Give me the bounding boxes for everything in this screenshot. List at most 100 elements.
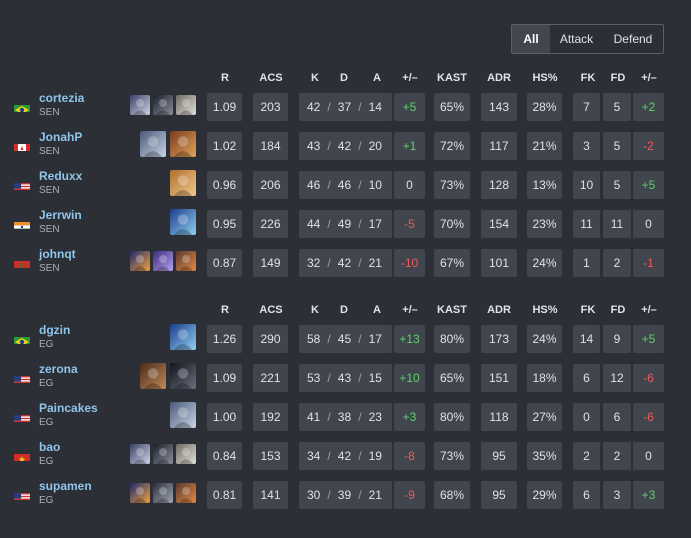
player-name-link[interactable]: zerona <box>39 362 78 376</box>
fk-diff-cell: -6 <box>633 364 664 392</box>
column-header: +/– <box>402 72 418 84</box>
player-name-link[interactable]: supamen <box>39 479 92 493</box>
acs-cell: 153 <box>253 442 288 470</box>
player-name-link[interactable]: bao <box>39 440 60 454</box>
kills-value: 34 <box>307 449 321 463</box>
kda-cell: 30 / 39 / 21 <box>299 481 392 509</box>
column-header: ACS <box>259 72 283 84</box>
hs-cell: 13% <box>527 171 562 199</box>
kda-cell: 44 / 49 / 17 <box>299 210 392 238</box>
column-header: HS% <box>532 72 558 84</box>
deaths-value: 38 <box>337 410 352 424</box>
acs-cell: 184 <box>253 132 288 160</box>
player-name-link[interactable]: Reduxx <box>39 169 82 183</box>
kd-diff-cell: +1 <box>394 132 425 160</box>
assists-value: 23 <box>368 410 382 424</box>
brazil-flag-icon <box>14 334 30 344</box>
hs-cell: 23% <box>527 210 562 238</box>
kast-cell: 80% <box>434 403 470 431</box>
r-cell: 0.95 <box>207 210 242 238</box>
adr-cell: 95 <box>481 442 517 470</box>
adr-cell: 128 <box>481 171 517 199</box>
morocco-flag-icon <box>14 258 30 268</box>
r-cell: 1.09 <box>207 93 242 121</box>
usa-flag-icon <box>14 490 30 500</box>
agent-icon-7 <box>170 324 196 350</box>
kd-diff-cell: +5 <box>394 93 425 121</box>
deaths-value: 45 <box>337 332 352 346</box>
player-team-code: SEN <box>39 185 60 196</box>
player-name-link[interactable]: dgzin <box>39 323 70 337</box>
deaths-value: 42 <box>337 256 352 270</box>
player-name-link[interactable]: Paincakes <box>39 401 98 415</box>
kills-value: 30 <box>307 488 321 502</box>
agent-icon-8 <box>130 483 150 503</box>
player-name-link[interactable]: Jerrwin <box>39 208 82 222</box>
separator: / <box>358 139 362 153</box>
fk-diff-cell: 0 <box>633 442 664 470</box>
adr-cell: 173 <box>481 325 517 353</box>
fk-diff-cell: 0 <box>633 210 664 238</box>
kast-cell: 65% <box>434 364 470 392</box>
brazil-flag-icon <box>14 102 30 112</box>
hs-cell: 24% <box>527 325 562 353</box>
player-team-code: SEN <box>39 146 60 157</box>
kda-cell: 41 / 38 / 23 <box>299 403 392 431</box>
kd-diff-cell: +10 <box>394 364 425 392</box>
separator: / <box>327 139 331 153</box>
adr-cell: 143 <box>481 93 517 121</box>
agent-icon-5 <box>170 131 196 157</box>
column-header: KAST <box>437 72 467 84</box>
fk-diff-cell: +5 <box>633 325 664 353</box>
adr-cell: 101 <box>481 249 517 277</box>
hs-cell: 24% <box>527 249 562 277</box>
acs-cell: 206 <box>253 171 288 199</box>
kast-cell: 65% <box>434 93 470 121</box>
fk-cell: 14 <box>573 325 600 353</box>
column-header: ADR <box>487 304 511 316</box>
player-name-link[interactable]: johnqt <box>39 247 76 261</box>
kd-diff-cell: +3 <box>394 403 425 431</box>
column-header: ACS <box>259 304 283 316</box>
separator: / <box>358 488 362 502</box>
column-header: +/– <box>641 72 657 84</box>
assists-value: 17 <box>368 217 382 231</box>
kd-diff-cell: 0 <box>394 171 425 199</box>
player-row: bao EG <box>14 440 200 469</box>
separator: / <box>327 256 331 270</box>
fd-cell: 6 <box>603 403 631 431</box>
fk-diff-cell: +5 <box>633 171 664 199</box>
separator: / <box>358 256 362 270</box>
deaths-value: 42 <box>337 449 352 463</box>
deaths-value: 49 <box>337 217 352 231</box>
player-name-link[interactable]: JonahP <box>39 130 82 144</box>
fd-cell: 5 <box>603 132 631 160</box>
filter-attack-button[interactable]: Attack <box>550 25 603 53</box>
kda-cell: 43 / 42 / 20 <box>299 132 392 160</box>
kills-value: 43 <box>307 139 321 153</box>
player-team-code: EG <box>39 417 54 428</box>
kast-cell: 68% <box>434 481 470 509</box>
r-cell: 0.84 <box>207 442 242 470</box>
agent-icon-3 <box>176 444 196 464</box>
agent-icon-10 <box>176 251 196 271</box>
separator: / <box>358 178 362 192</box>
player-name-link[interactable]: cortezia <box>39 91 84 105</box>
filter-all-button[interactable]: All <box>512 25 550 53</box>
kills-value: 53 <box>307 371 321 385</box>
agent-icon-4 <box>170 402 196 428</box>
fk-cell: 10 <box>573 171 600 199</box>
acs-cell: 203 <box>253 93 288 121</box>
separator: / <box>327 332 331 346</box>
hs-cell: 29% <box>527 481 562 509</box>
fd-cell: 9 <box>603 325 631 353</box>
agent-icon-13 <box>153 483 173 503</box>
acs-cell: 290 <box>253 325 288 353</box>
agent-icon-11 <box>140 363 166 389</box>
india-flag-icon <box>14 219 30 229</box>
player-team-code: SEN <box>39 224 60 235</box>
hs-cell: 18% <box>527 364 562 392</box>
r-cell: 1.02 <box>207 132 242 160</box>
filter-defend-button[interactable]: Defend <box>603 25 663 53</box>
deaths-value: 46 <box>337 178 352 192</box>
